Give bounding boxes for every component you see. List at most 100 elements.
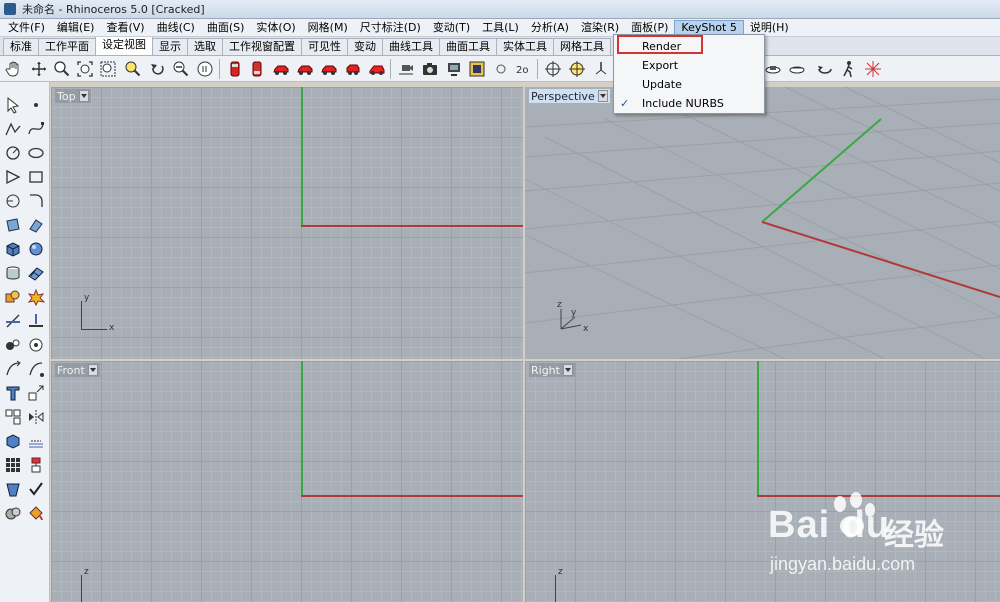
tab-solid-tools[interactable]: 实体工具 <box>496 38 554 55</box>
two-views-icon[interactable]: 2o <box>512 58 533 79</box>
circle-icon[interactable] <box>2 142 24 164</box>
set-camera-icon[interactable] <box>395 58 416 79</box>
tab-surface-tools[interactable]: 曲面工具 <box>439 38 497 55</box>
group-icon[interactable] <box>2 334 24 356</box>
light-star-icon[interactable] <box>862 58 883 79</box>
split-icon[interactable] <box>25 310 47 332</box>
car-perspective-icon[interactable] <box>366 58 387 79</box>
trim-icon[interactable] <box>2 310 24 332</box>
tab-select[interactable]: 选取 <box>187 38 223 55</box>
tab-transform[interactable]: 变动 <box>347 38 383 55</box>
sphere-view-icon[interactable] <box>490 58 511 79</box>
viewport-menu-arrow-icon[interactable] <box>87 364 98 376</box>
car-right-icon[interactable] <box>294 58 315 79</box>
viewport-perspective[interactable]: Perspective y x z <box>525 87 1000 359</box>
zoom-out-icon[interactable] <box>170 58 191 79</box>
mesh-plane-icon[interactable] <box>25 262 47 284</box>
extrude-surface-icon[interactable] <box>25 214 47 236</box>
tab-display[interactable]: 显示 <box>152 38 188 55</box>
menu-transform[interactable]: 变动(T) <box>427 20 476 36</box>
viewport-menu-arrow-icon[interactable] <box>597 90 608 102</box>
point-icon[interactable] <box>25 94 47 116</box>
array-icon[interactable] <box>2 406 24 428</box>
rotate-camera-icon[interactable] <box>814 58 835 79</box>
paint-bucket-icon[interactable] <box>25 502 47 524</box>
ellipse-icon[interactable] <box>25 142 47 164</box>
explode-icon[interactable] <box>25 286 47 308</box>
zoom-icon[interactable] <box>51 58 72 79</box>
tab-cplanes[interactable]: 工作平面 <box>38 38 96 55</box>
select-arrow-icon[interactable] <box>2 94 24 116</box>
menu-tools[interactable]: 工具(L) <box>476 20 525 36</box>
named-view-icon[interactable] <box>194 58 215 79</box>
menu-mesh[interactable]: 网格(M) <box>302 20 354 36</box>
tab-standard[interactable]: 标准 <box>3 38 39 55</box>
target-crosshair-icon[interactable] <box>542 58 563 79</box>
rotate-view-icon[interactable] <box>28 58 49 79</box>
tab-set-view[interactable]: 设定视图 <box>95 37 153 55</box>
mirror-icon[interactable] <box>25 406 47 428</box>
pan-hand-icon[interactable] <box>3 58 24 79</box>
menu-curve[interactable]: 曲线(C) <box>151 20 201 36</box>
menu-solid[interactable]: 实体(O) <box>250 20 301 36</box>
car-bottom-icon[interactable] <box>342 58 363 79</box>
viewport-perspective-label[interactable]: Perspective <box>529 89 610 103</box>
zoom-window-icon[interactable] <box>97 58 118 79</box>
menu-view[interactable]: 查看(V) <box>100 20 150 36</box>
menu-analyze[interactable]: 分析(A) <box>525 20 575 36</box>
dimension-text-icon[interactable] <box>2 382 24 404</box>
menu-item-include-nurbs[interactable]: ✓ Include NURBS <box>614 95 764 113</box>
cplane-origin-icon[interactable] <box>590 58 611 79</box>
rectangle-icon[interactable] <box>25 166 47 188</box>
render-material-icon[interactable] <box>2 502 24 524</box>
tab-visibility[interactable]: 可见性 <box>301 38 348 55</box>
zoom-selected-icon[interactable] <box>122 58 143 79</box>
viewport-top-label[interactable]: Top <box>55 89 91 103</box>
camera-icon[interactable] <box>419 58 440 79</box>
menu-file[interactable]: 文件(F) <box>2 20 51 36</box>
walkabout-icon[interactable] <box>838 58 859 79</box>
menu-item-update[interactable]: Update <box>614 76 764 94</box>
cylinder-icon[interactable] <box>2 262 24 284</box>
viewport-top[interactable]: Top x y <box>51 87 523 359</box>
target-yellow-icon[interactable] <box>566 58 587 79</box>
solid-box-edit-icon[interactable] <box>2 430 24 452</box>
grid-array-icon[interactable] <box>2 454 24 476</box>
cut-plane-icon[interactable] <box>2 478 24 500</box>
boolean-union-icon[interactable] <box>2 286 24 308</box>
viewport-front-label[interactable]: Front <box>55 363 100 377</box>
viewport-menu-arrow-icon[interactable] <box>78 90 89 102</box>
turntable-icon[interactable] <box>762 58 783 79</box>
block-icon[interactable] <box>25 454 47 476</box>
tab-viewport-layout[interactable]: 工作视窗配置 <box>222 38 302 55</box>
scale-icon[interactable] <box>25 382 47 404</box>
zoom-extents-icon[interactable] <box>74 58 95 79</box>
viewport-right-label[interactable]: Right <box>529 363 575 377</box>
copy-icon[interactable] <box>25 358 47 380</box>
car-left-icon[interactable] <box>270 58 291 79</box>
car-top-icon[interactable] <box>318 58 339 79</box>
menu-surface[interactable]: 曲面(S) <box>201 20 251 36</box>
viewport-menu-arrow-icon[interactable] <box>562 364 573 376</box>
car-front-red-icon[interactable] <box>224 58 245 79</box>
polygon-icon[interactable] <box>2 190 24 212</box>
menu-dimension[interactable]: 尺寸标注(D) <box>354 20 427 36</box>
car-back-red-icon[interactable] <box>246 58 267 79</box>
polyline-icon[interactable] <box>2 118 24 140</box>
move-icon[interactable] <box>2 358 24 380</box>
fillet-curve-icon[interactable] <box>25 190 47 212</box>
menu-edit[interactable]: 编辑(E) <box>51 20 101 36</box>
box-icon[interactable] <box>2 238 24 260</box>
undo-view-icon[interactable] <box>147 58 168 79</box>
tab-curve-tools[interactable]: 曲线工具 <box>382 38 440 55</box>
tab-mesh-tools[interactable]: 网格工具 <box>553 38 611 55</box>
contour-icon[interactable] <box>25 430 47 452</box>
surface-corner-icon[interactable] <box>2 214 24 236</box>
sphere-icon[interactable] <box>25 238 47 260</box>
plan-view-icon[interactable] <box>786 58 807 79</box>
menu-item-export[interactable]: Export <box>614 57 764 75</box>
set-target-icon[interactable] <box>443 58 464 79</box>
curve-icon[interactable] <box>25 118 47 140</box>
check-icon[interactable] <box>25 478 47 500</box>
ungroup-icon[interactable] <box>25 334 47 356</box>
